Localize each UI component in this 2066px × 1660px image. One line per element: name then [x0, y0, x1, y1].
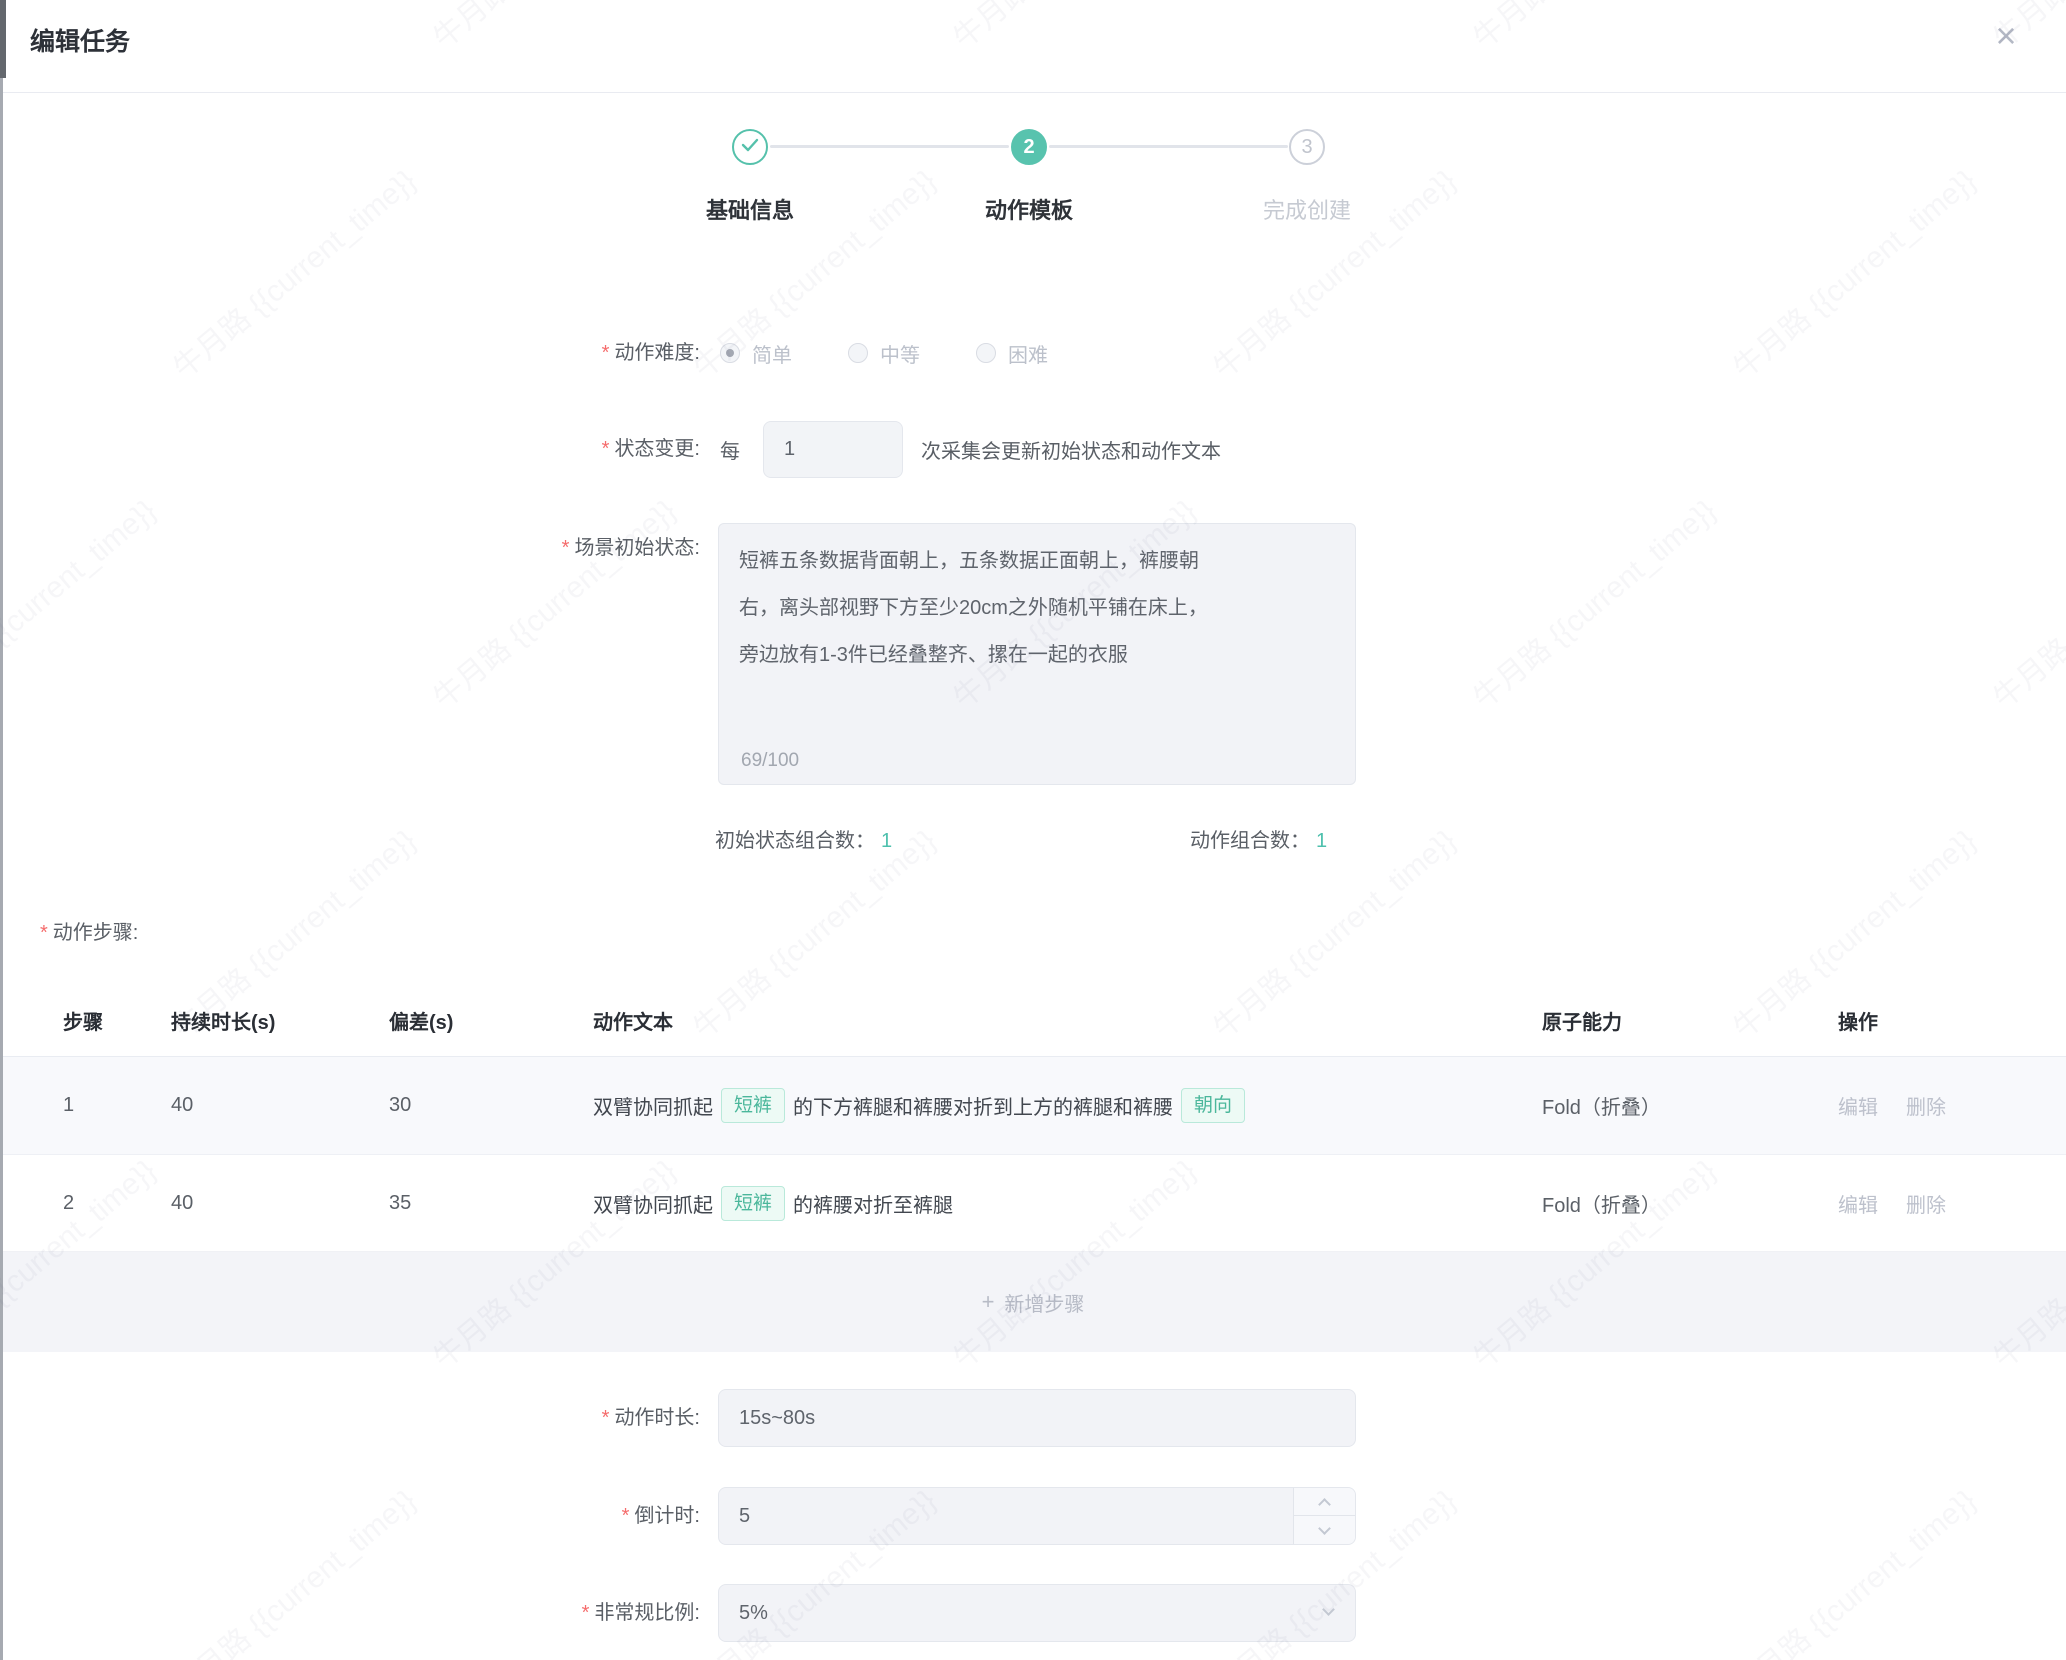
step-connector-line — [770, 145, 1009, 148]
delete-button[interactable]: 删除 — [1906, 1189, 1946, 1218]
decrement-button[interactable] — [1294, 1516, 1355, 1544]
chevron-up-icon — [1318, 1498, 1331, 1511]
unusual-ratio-label: *非常规比例: — [0, 1593, 700, 1633]
difficulty-radio-group: 简单 中等 困难 — [720, 333, 1048, 373]
edit-task-dialog: 编辑任务 × 2 3 基础信息 动作模板 完成创建 *动作难度: 简单 中等 — [0, 0, 2066, 1660]
action-combo-value: 1 — [1316, 830, 1327, 852]
step-connector-line — [1049, 145, 1288, 148]
char-counter: 69/100 — [741, 750, 799, 772]
increment-button[interactable] — [1294, 1488, 1355, 1516]
countdown-label: *倒计时: — [0, 1496, 700, 1536]
table-row: 2 40 35 双臂协同抓起 短裤 的裤腰对折至裤腿 Fold（折叠） 编辑 删… — [0, 1155, 2066, 1252]
required-asterisk: * — [602, 342, 610, 364]
step-1-label: 基础信息 — [670, 193, 830, 225]
step-2-number: 2 — [1023, 136, 1034, 159]
required-asterisk: * — [622, 1505, 630, 1527]
cell-duration: 40 — [171, 1094, 389, 1117]
orientation-tag: 朝向 — [1181, 1088, 1245, 1123]
step-1-circle — [732, 129, 768, 165]
object-tag: 短裤 — [721, 1088, 785, 1123]
radio-circle-icon — [720, 343, 740, 363]
radio-easy[interactable]: 简单 — [720, 339, 792, 368]
unusual-ratio-select[interactable]: 5% — [718, 1584, 1356, 1642]
step-2-label: 动作模板 — [949, 193, 1109, 225]
screen-edge-artifact-dark — [0, 0, 6, 78]
cell-ability: Fold（折叠） — [1542, 1091, 1838, 1120]
dialog-header: 编辑任务 × — [0, 0, 2066, 93]
col-duration: 持续时长(s) — [171, 1006, 389, 1035]
radio-medium-label: 中等 — [880, 339, 920, 368]
action-duration-input[interactable]: 15s~80s — [718, 1389, 1356, 1447]
step-3-number: 3 — [1301, 136, 1312, 159]
table-header-row: 步骤 持续时长(s) 偏差(s) 动作文本 原子能力 操作 — [0, 985, 2066, 1057]
difficulty-label: *动作难度: — [0, 333, 700, 373]
required-asterisk: * — [562, 537, 570, 559]
col-action-text: 动作文本 — [593, 1006, 1542, 1035]
chevron-down-icon — [1318, 1522, 1331, 1535]
radio-hard[interactable]: 困难 — [976, 339, 1048, 368]
cell-duration: 40 — [171, 1192, 389, 1215]
state-change-row: 每 1 次采集会更新初始状态和动作文本 — [720, 420, 1221, 478]
cell-operations: 编辑 删除 — [1838, 1091, 2066, 1120]
step-2-circle: 2 — [1011, 129, 1047, 165]
cell-operations: 编辑 删除 — [1838, 1189, 2066, 1218]
cell-deviation: 35 — [389, 1192, 593, 1215]
screen-edge-artifact-light — [0, 78, 3, 1660]
edit-button[interactable]: 编辑 — [1838, 1091, 1878, 1120]
action-combo-count: 动作组合数：1 — [1190, 826, 1327, 856]
initial-state-textarea[interactable]: 短裤五条数据背面朝上，五条数据正面朝上，裤腰朝 右，离头部视野下方至少20cm之… — [718, 523, 1356, 785]
chevron-down-icon — [1322, 1603, 1335, 1616]
cell-deviation: 30 — [389, 1094, 593, 1117]
edit-button[interactable]: 编辑 — [1838, 1189, 1878, 1218]
radio-circle-icon — [848, 343, 868, 363]
state-change-label: *状态变更: — [0, 429, 700, 469]
state-change-suffix: 次采集会更新初始状态和动作文本 — [921, 435, 1221, 464]
add-step-label: 新增步骤 — [1004, 1288, 1084, 1317]
check-icon — [741, 138, 759, 157]
table-row: 1 40 30 双臂协同抓起 短裤 的下方裤腿和裤腰对折到上方的裤腿和裤腰 朝向… — [0, 1057, 2066, 1155]
cell-step: 2 — [0, 1192, 171, 1215]
state-change-input[interactable]: 1 — [763, 421, 903, 478]
delete-button[interactable]: 删除 — [1906, 1091, 1946, 1120]
step-3-circle: 3 — [1289, 129, 1325, 165]
action-duration-label: *动作时长: — [0, 1398, 700, 1438]
col-step: 步骤 — [0, 1006, 171, 1035]
action-steps-label: *动作步骤: — [40, 913, 138, 953]
col-deviation: 偏差(s) — [389, 1006, 593, 1035]
initial-state-label: *场景初始状态: — [0, 528, 700, 568]
countdown-input[interactable]: 5 — [718, 1487, 1356, 1545]
initial-state-text: 短裤五条数据背面朝上，五条数据正面朝上，裤腰朝 右，离头部视野下方至少20cm之… — [739, 538, 1335, 679]
initial-combo-count: 初始状态组合数：1 — [715, 826, 892, 856]
radio-easy-label: 简单 — [752, 339, 792, 368]
close-icon: × — [1995, 15, 2016, 56]
cell-step: 1 — [0, 1094, 171, 1117]
radio-medium[interactable]: 中等 — [848, 339, 920, 368]
cell-action-text: 双臂协同抓起 短裤 的下方裤腿和裤腰对折到上方的裤腿和裤腰 朝向 — [593, 1088, 1542, 1123]
add-step-button[interactable]: + 新增步骤 — [0, 1252, 2066, 1352]
cell-action-text: 双臂协同抓起 短裤 的裤腰对折至裤腿 — [593, 1186, 1542, 1221]
cell-ability: Fold（折叠） — [1542, 1189, 1838, 1218]
action-steps-table: 步骤 持续时长(s) 偏差(s) 动作文本 原子能力 操作 1 40 30 双臂… — [0, 985, 2066, 1352]
number-stepper — [1293, 1488, 1355, 1544]
required-asterisk: * — [40, 922, 48, 944]
object-tag: 短裤 — [721, 1186, 785, 1221]
required-asterisk: * — [602, 438, 610, 460]
close-button[interactable]: × — [1982, 12, 2030, 60]
radio-circle-icon — [976, 343, 996, 363]
plus-icon: + — [982, 1289, 995, 1315]
col-ability: 原子能力 — [1542, 1006, 1838, 1035]
dialog-title: 编辑任务 — [30, 22, 130, 58]
required-asterisk: * — [582, 1602, 590, 1624]
step-3-label: 完成创建 — [1227, 193, 1387, 225]
initial-combo-value: 1 — [881, 830, 892, 852]
required-asterisk: * — [602, 1407, 610, 1429]
radio-hard-label: 困难 — [1008, 339, 1048, 368]
col-operations: 操作 — [1838, 1006, 2066, 1035]
state-change-prefix: 每 — [720, 435, 740, 464]
